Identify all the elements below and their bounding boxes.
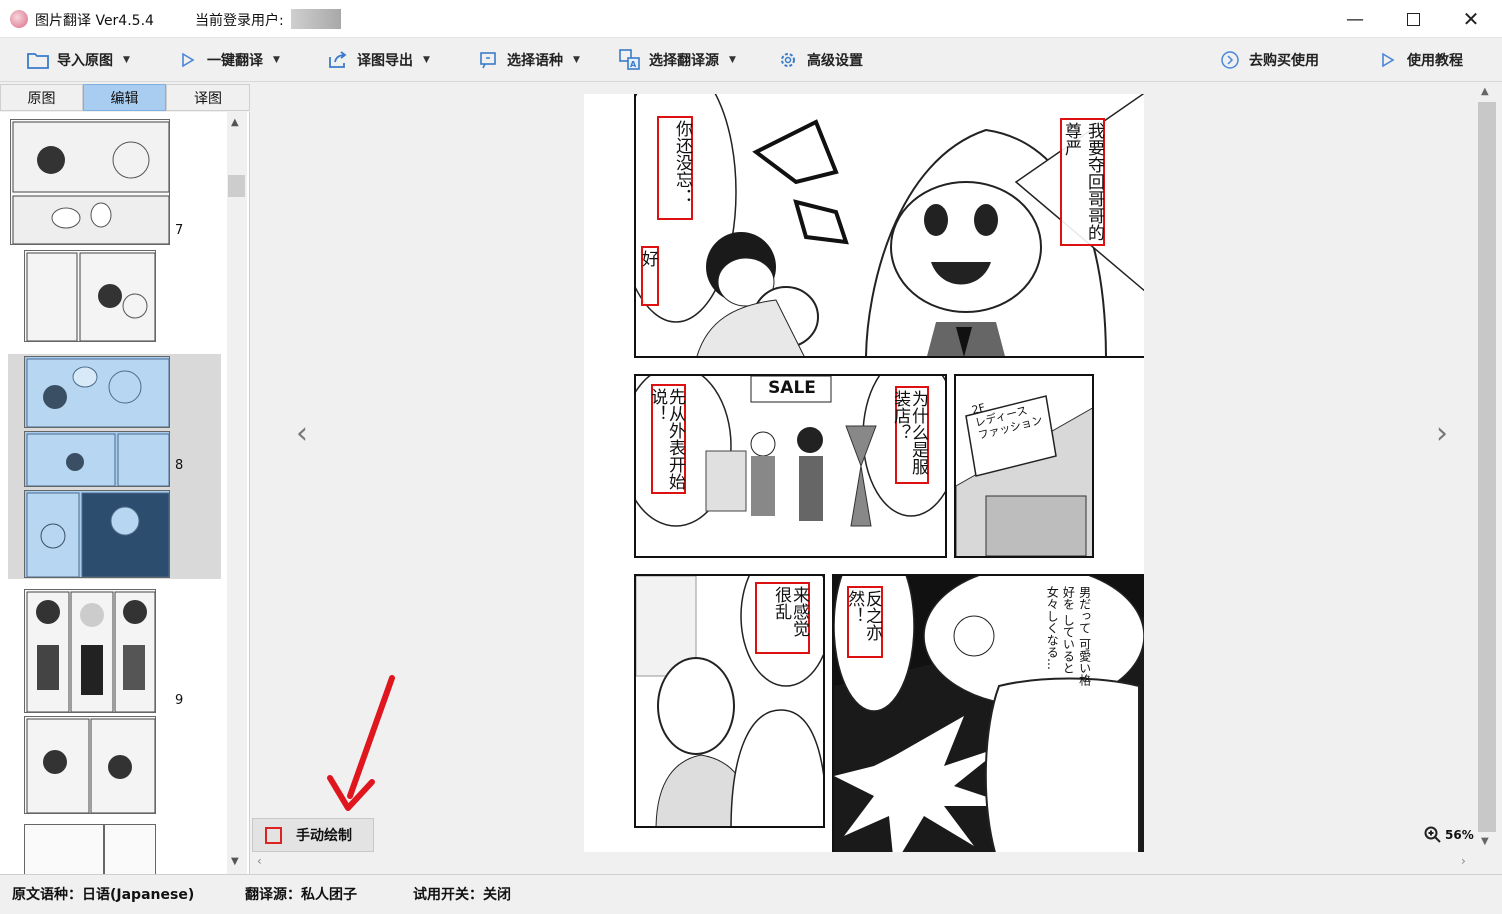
page-number-8: 8 (175, 458, 184, 473)
rectangle-select-icon (265, 826, 282, 844)
status-translation-engine: 翻译源：私人团子 (245, 887, 357, 903)
svg-text:A: A (630, 60, 637, 69)
zoom-indicator[interactable]: 56% (1424, 826, 1474, 844)
chevron-down-icon: ▼ (729, 55, 736, 65)
export-button[interactable]: 译图导出 ▼ (327, 38, 430, 82)
translation-box-7[interactable]: 反之亦然！ (844, 586, 883, 658)
translation-box-3-line2: 尊严 (1061, 122, 1081, 156)
thumbnail-page-10-top[interactable] (24, 824, 104, 874)
scroll-up-icon[interactable]: ▲ (231, 117, 239, 128)
maximize-icon (1406, 12, 1420, 26)
share-icon (327, 49, 349, 71)
app-logo-icon (10, 10, 28, 28)
tab-translated[interactable]: 译图 (166, 84, 250, 111)
thumbnail-page-8-bottom[interactable] (24, 490, 170, 578)
thumbnail-scroll-thumb[interactable] (228, 175, 245, 197)
status-trial-switch: 试用开关：关闭 (413, 887, 511, 903)
advanced-label: 高级设置 (807, 53, 863, 69)
import-label: 导入原图 (57, 53, 113, 69)
scroll-left-icon[interactable]: ‹ (257, 854, 262, 868)
select-language-button[interactable]: 选择语种 ▼ (477, 38, 580, 82)
tab-edit[interactable]: 编辑 (83, 84, 166, 111)
scroll-down-icon[interactable]: ▼ (231, 856, 239, 867)
play-icon (1377, 49, 1399, 71)
jp-line-4: 女々しくなる… (1045, 586, 1060, 670)
thumbnail-scrollbar[interactable] (227, 112, 247, 874)
folder-icon (27, 49, 49, 71)
thumbnail-page-9-bottom[interactable] (24, 716, 156, 814)
viewer-scroll-thumb[interactable] (1478, 102, 1496, 832)
translation-box-2[interactable]: 好 (638, 246, 659, 306)
source-label: 选择翻译源 (649, 53, 719, 69)
window-title: 图片翻译 Ver4.5.4 (35, 13, 154, 29)
manga-panel-3: 2F レディース ファッション (954, 374, 1094, 558)
annotation-arrow-icon (327, 675, 395, 811)
username-redacted (291, 9, 341, 29)
translation-box-6[interactable]: 来感觉很乱 (755, 582, 810, 654)
translation-box-5[interactable]: 为什么是服装店？ (890, 386, 929, 484)
jp-line-3: していると (1061, 613, 1076, 674)
chevron-down-icon: ▼ (423, 55, 430, 65)
arrow-circle-icon (1219, 49, 1241, 71)
tutorial-label: 使用教程 (1407, 53, 1463, 69)
buy-button[interactable]: 去购买使用 (1219, 38, 1319, 82)
viewer-vertical-scrollbar[interactable]: ▲ ▼ (1477, 84, 1497, 854)
manual-draw-label: 手动绘制 (296, 828, 352, 844)
maximize-button[interactable] (1384, 0, 1442, 38)
chevron-down-icon: ▼ (273, 55, 280, 65)
current-user-label: 当前登录用户: (195, 13, 284, 29)
advanced-settings-button[interactable]: 高级设置 (777, 38, 863, 82)
viewer-horizontal-scrollbar[interactable]: ‹ › (251, 854, 1477, 872)
manga-page-canvas[interactable]: SALE 2F レディース ファッション 男だって 可愛い格好を していると 女… (584, 94, 1144, 852)
next-page-arrow-icon[interactable]: › (1436, 416, 1448, 451)
jp-line-1: 男だって (1077, 586, 1092, 634)
scroll-down-icon[interactable]: ▼ (1481, 836, 1489, 847)
minimize-button[interactable]: — (1326, 0, 1384, 38)
import-image-button[interactable]: 导入原图 ▼ (27, 38, 130, 82)
zoom-value: 56% (1445, 828, 1474, 842)
play-icon (177, 49, 199, 71)
buy-label: 去购买使用 (1249, 53, 1319, 69)
thumbnail-page-8-middle[interactable] (24, 431, 170, 487)
tutorial-button[interactable]: 使用教程 (1377, 38, 1463, 82)
manual-draw-button[interactable]: 手动绘制 (252, 818, 374, 852)
previous-page-arrow-icon[interactable]: ‹ (296, 416, 308, 451)
one-click-label: 一键翻译 (207, 53, 263, 69)
page-number-7: 7 (175, 223, 184, 238)
close-icon: ✕ (1462, 7, 1480, 31)
thumbnail-page-8-top[interactable] (24, 356, 170, 428)
thumbnail-page-9-top[interactable] (24, 589, 156, 713)
zoom-in-icon (1424, 826, 1441, 843)
export-label: 译图导出 (357, 53, 413, 69)
sale-sign-text: SALE (768, 378, 816, 398)
page-number-9: 9 (175, 693, 184, 708)
scroll-right-icon[interactable]: › (1461, 854, 1466, 868)
select-source-button[interactable]: A 选择翻译源 ▼ (619, 38, 736, 82)
language-icon (477, 49, 499, 71)
close-button[interactable]: ✕ (1442, 0, 1500, 38)
thumbnail-page-7-bottom[interactable] (24, 250, 156, 342)
manga-japanese-text: 男だって 可愛い格好を していると 女々しくなる… (1044, 586, 1093, 696)
translation-box-1[interactable]: 你还没忘．． (657, 116, 693, 220)
status-source-language: 原文语种：日语(Japanese) (12, 887, 195, 903)
one-click-translate-button[interactable]: 一键翻译 ▼ (177, 38, 280, 82)
translation-box-4[interactable]: 先从外表开始说！ (647, 384, 686, 494)
chevron-down-icon: ▼ (123, 55, 130, 65)
status-bar (0, 874, 1502, 914)
tab-original[interactable]: 原图 (0, 84, 83, 111)
translate-source-icon: A (619, 49, 641, 71)
thumbnail-page-7-top[interactable] (10, 119, 170, 245)
chevron-down-icon: ▼ (573, 55, 580, 65)
scroll-up-icon[interactable]: ▲ (1481, 86, 1489, 97)
thumbnail-page-10-side[interactable] (104, 824, 156, 874)
gear-icon (777, 49, 799, 71)
minimize-icon: — (1346, 8, 1364, 30)
language-label: 选择语种 (507, 53, 563, 69)
